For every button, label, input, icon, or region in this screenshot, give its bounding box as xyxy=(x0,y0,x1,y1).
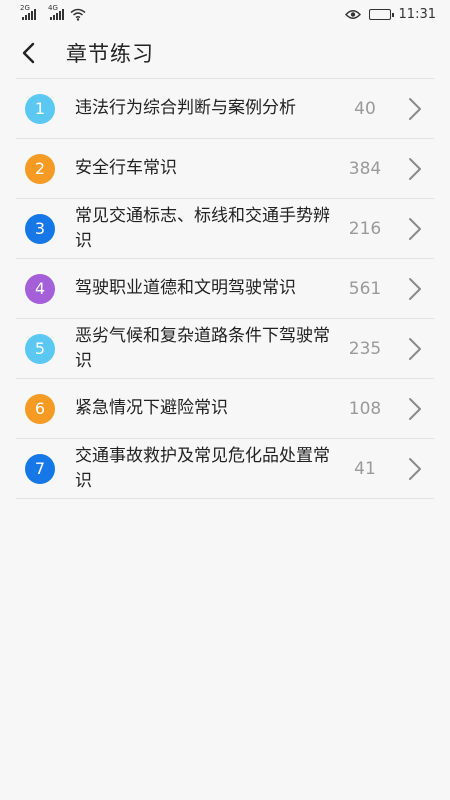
battery-icon xyxy=(368,8,394,20)
header: 章节练习 xyxy=(0,28,450,78)
chapter-number-badge: 6 xyxy=(25,393,55,424)
wifi-icon xyxy=(70,8,86,21)
chapter-number-badge: 2 xyxy=(25,153,55,184)
chevron-right-icon xyxy=(409,277,421,300)
chevron-left-icon[interactable] xyxy=(18,41,42,65)
chapter-row[interactable]: 5 恶劣气候和复杂道路条件下驾驶常识 235 xyxy=(16,319,434,379)
chapter-number-badge: 3 xyxy=(25,213,55,244)
chapter-number-badge: 5 xyxy=(25,333,55,364)
status-bar-right: 11:31 xyxy=(344,6,436,22)
signal-icon: 2G xyxy=(20,4,36,20)
status-bar: 2G 4G 11:31 xyxy=(0,0,450,28)
chevron-right-icon xyxy=(409,157,421,180)
chevron-right-icon xyxy=(409,217,421,240)
question-count: 40 xyxy=(354,98,376,119)
chapter-number-badge: 1 xyxy=(25,93,55,124)
chapter-row[interactable]: 4 驾驶职业道德和文明驾驶常识 561 xyxy=(16,259,434,319)
chapter-row[interactable]: 2 安全行车常识 384 xyxy=(16,139,434,199)
chevron-right-icon xyxy=(409,397,421,420)
chevron-right-icon xyxy=(409,337,421,360)
page-title: 章节练习 xyxy=(66,42,154,66)
chapter-row[interactable]: 7 交通事故救护及常见危化品处置常识 41 xyxy=(16,439,434,499)
chapter-name: 驾驶职业道德和文明驾驶常识 xyxy=(75,278,296,298)
chevron-right-icon xyxy=(409,97,421,120)
question-count: 41 xyxy=(354,458,376,479)
question-count: 235 xyxy=(348,338,382,359)
question-count: 384 xyxy=(348,158,382,179)
clock: 11:31 xyxy=(398,6,436,22)
chapter-row[interactable]: 3 常见交通标志、标线和交通手势辨识 216 xyxy=(16,199,434,259)
chapter-name: 常见交通标志、标线和交通手势辨识 xyxy=(75,205,330,251)
signal-icon: 4G xyxy=(48,4,64,20)
chapter-name: 紧急情况下避险常识 xyxy=(75,398,228,418)
chevron-right-icon xyxy=(409,457,421,480)
question-count: 108 xyxy=(348,398,382,419)
question-count: 561 xyxy=(348,278,382,299)
chapter-row[interactable]: 6 紧急情况下避险常识 108 xyxy=(16,379,434,439)
chapter-name: 安全行车常识 xyxy=(75,158,177,178)
signal-type-label: 4G xyxy=(48,4,58,12)
signal-type-label: 2G xyxy=(20,4,30,12)
status-bar-left: 2G 4G xyxy=(20,4,86,21)
eye-icon xyxy=(344,9,361,19)
chapter-name: 恶劣气候和复杂道路条件下驾驶常识 xyxy=(75,325,330,371)
chapter-name: 交通事故救护及常见危化品处置常识 xyxy=(75,445,330,491)
chapter-number-badge: 4 xyxy=(25,273,55,304)
question-count: 216 xyxy=(348,218,382,239)
chapter-name: 违法行为综合判断与案例分析 xyxy=(75,98,296,118)
chapter-number-badge: 7 xyxy=(25,453,55,484)
chapter-row[interactable]: 1 违法行为综合判断与案例分析 40 xyxy=(16,79,434,139)
chapter-list: 1 违法行为综合判断与案例分析 40 2 安全行车常识 384 3 常见交通标志、标线和交通手… xyxy=(16,78,434,499)
